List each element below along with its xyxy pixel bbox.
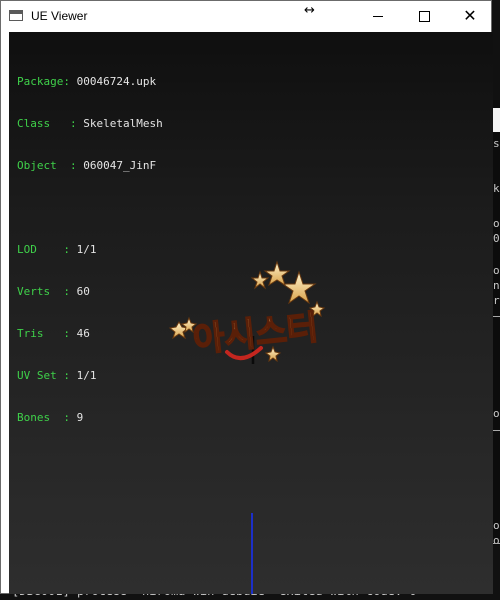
console-fragment: k [493, 182, 500, 195]
resize-cursor-icon: ↔ [304, 3, 315, 18]
info-verts-row: Verts : 60 [17, 285, 90, 298]
maximize-button[interactable] [401, 1, 447, 31]
console-divider [492, 543, 500, 544]
info-value: 060047_JinF [83, 159, 157, 172]
info-label: LOD [17, 243, 37, 256]
close-button[interactable]: ✕ [447, 1, 493, 31]
info-label: Verts [17, 285, 51, 298]
info-object-row: Object : 060047_JinF [17, 159, 157, 172]
info-class-row: Class : SkeletalMesh [17, 117, 163, 130]
star-shape [281, 270, 317, 305]
info-label: Bones [17, 411, 51, 424]
info-value: SkeletalMesh [83, 117, 163, 130]
info-label: Class [17, 117, 51, 130]
info-value: 60 [76, 285, 90, 298]
console-fragment: n [493, 279, 500, 292]
minimize-button[interactable] [355, 1, 401, 31]
info-bones-row: Bones : 9 [17, 411, 84, 424]
console-fragment: r [493, 294, 500, 307]
title-bar[interactable]: UE Viewer ↔ ✕ [1, 1, 491, 31]
info-value: 1/1 [76, 243, 97, 256]
console-fragment: o [493, 264, 500, 277]
info-label: Package [17, 75, 64, 88]
info-label: Object [17, 159, 57, 172]
ue-viewer-window: UE Viewer ↔ ✕ Package: 00046724.upk Clas… [0, 0, 493, 594]
skeletal-mesh-model[interactable]: 아시스터 [157, 244, 337, 384]
info-value: 1/1 [76, 369, 97, 382]
console-fragment: 0 [493, 232, 500, 245]
info-package-row: Package: 00046724.upk [17, 75, 157, 88]
background-console-highlight [492, 108, 500, 132]
app-window-icon [9, 10, 23, 21]
info-value: 00046724.upk [76, 75, 157, 88]
console-fragment: s [493, 137, 500, 150]
info-value: 46 [76, 327, 90, 340]
console-fragment: o [493, 217, 500, 230]
console-fragment: o [493, 534, 500, 547]
close-icon: ✕ [463, 6, 477, 25]
star-shape [250, 270, 270, 290]
axis-line [251, 513, 253, 594]
info-label: Tris [17, 327, 44, 340]
info-lod-row: LOD : 1/1 [17, 243, 97, 256]
minimize-icon [373, 15, 383, 17]
info-label: UV Set [17, 369, 57, 382]
mesh-info-panel: Package: 00046724.upk Class : SkeletalMe… [17, 47, 163, 453]
info-tris-row: Tris : 46 [17, 327, 90, 340]
info-value: 9 [76, 411, 84, 424]
info-uvset-row: UV Set : 1/1 [17, 369, 97, 382]
console-divider [492, 316, 500, 317]
window-title: UE Viewer [31, 9, 88, 23]
console-divider [492, 430, 500, 431]
maximize-icon [418, 10, 430, 22]
star-shape [263, 260, 291, 287]
console-fragment: o [493, 407, 500, 420]
console-fragment: o [493, 519, 500, 532]
3d-viewport[interactable]: Package: 00046724.upk Class : SkeletalMe… [9, 32, 493, 594]
